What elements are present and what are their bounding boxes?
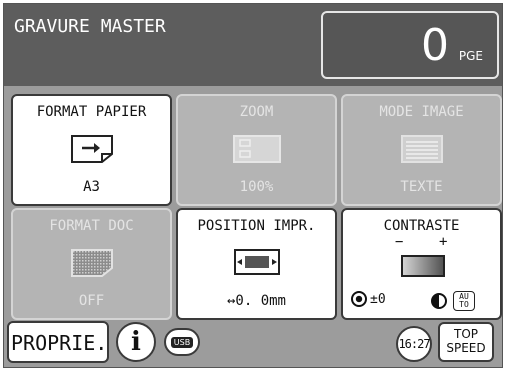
contrast-level: ±0 (351, 291, 386, 307)
contrast-level-value: ±0 (370, 291, 386, 307)
doc-hatched-icon (70, 248, 114, 282)
mode-image-button[interactable]: MODE IMAGE TEXTE (341, 94, 502, 206)
counter-value: 0 (421, 20, 449, 71)
properties-label: PROPRIE. (11, 331, 108, 355)
tile-value: OFF (78, 293, 105, 309)
half-circle-icon (431, 293, 447, 309)
clock-display: 16:27 (396, 326, 432, 362)
tile-label: CONTRASTE (383, 218, 460, 234)
usb-indicator: USB (164, 328, 200, 356)
top-speed-button[interactable]: TOP SPEED (438, 322, 494, 362)
header-bar: GRAVURE MASTER 0 PGE (4, 4, 502, 86)
properties-button[interactable]: PROPRIE. (7, 321, 109, 363)
tile-value: TEXTE (400, 179, 443, 195)
format-doc-button[interactable]: FORMAT DOC OFF (11, 208, 172, 320)
tile-label: ZOOM (239, 104, 274, 120)
tile-label: FORMAT PAPIER (36, 104, 147, 120)
contraste-button[interactable]: CONTRASTE − + ±0 AU TO (341, 208, 502, 320)
text-lines-icon (400, 134, 444, 168)
counter-unit: PGE (458, 49, 483, 63)
contrast-dial-icon (351, 291, 367, 307)
clock-value: 16:27 (398, 337, 430, 351)
tile-label: POSITION IMPR. (197, 218, 316, 234)
info-button[interactable]: i (116, 322, 156, 362)
app-title: GRAVURE MASTER (14, 16, 166, 37)
contrast-plus-label: + (439, 234, 448, 250)
position-impr-button[interactable]: POSITION IMPR. ↔0. 0mm (176, 208, 337, 320)
tile-value: 100% (239, 179, 274, 195)
copy-counter: 0 PGE (321, 11, 499, 79)
usb-icon: USB (170, 336, 194, 348)
tile-value: ↔0. 0mm (226, 293, 286, 309)
zoom-frame-icon (232, 134, 282, 168)
speed-line2: SPEED (446, 341, 486, 355)
tile-value: A3 (83, 179, 100, 195)
info-icon: i (131, 327, 141, 357)
contrast-gradient-icon (401, 255, 445, 281)
contrast-auto: AU TO (431, 291, 475, 311)
auto-label-bottom: TO (459, 300, 469, 309)
tile-label: FORMAT DOC (49, 218, 134, 234)
paper-arrow-icon (70, 134, 114, 168)
speed-line1: TOP (453, 327, 478, 341)
contrast-minus-label: − (395, 234, 404, 250)
zoom-button[interactable]: ZOOM 100% (176, 94, 337, 206)
format-papier-button[interactable]: FORMAT PAPIER A3 (11, 94, 172, 206)
tile-label: MODE IMAGE (379, 104, 464, 120)
control-panel-screen: GRAVURE MASTER 0 PGE FORMAT PAPIER A3 ZO… (3, 3, 503, 368)
print-position-icon (233, 248, 281, 280)
auto-contrast-button[interactable]: AU TO (453, 291, 475, 311)
